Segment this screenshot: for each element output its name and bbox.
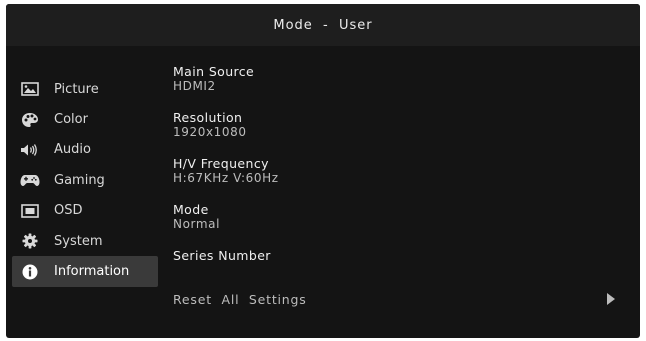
arrow-right-icon — [607, 292, 617, 306]
main-source-value: HDMI2 — [173, 79, 216, 93]
frequency-value: H:67KHz V:60Hz — [173, 171, 279, 185]
sidebar-item-label: Color — [54, 112, 88, 128]
osd-window-icon — [20, 203, 40, 219]
reset-all-settings-label: Reset All Settings — [173, 291, 307, 307]
sidebar-item-label: Picture — [54, 81, 99, 97]
sidebar-item-picture[interactable]: Picture — [12, 74, 158, 104]
osd-sidebar: Picture Color Audio Gaming OSD System In… — [12, 74, 158, 287]
gamepad-icon — [20, 172, 40, 188]
osd-header: Mode - User — [6, 4, 640, 46]
series-number-info: Series Number — [173, 248, 613, 294]
info-icon — [20, 264, 40, 280]
series-number-label: Series Number — [173, 248, 271, 263]
page-title: Mode - User — [273, 17, 373, 33]
mode-label: Mode — [173, 202, 209, 217]
information-panel: Main Source HDMI2 Resolution 1920x1080 H… — [173, 64, 613, 294]
main-source-info: Main Source HDMI2 — [173, 64, 613, 110]
resolution-label: Resolution — [173, 110, 243, 125]
sidebar-item-information[interactable]: Information — [12, 256, 158, 287]
sidebar-item-audio[interactable]: Audio — [12, 135, 158, 165]
sidebar-item-label: Information — [54, 264, 130, 280]
main-source-label: Main Source — [173, 64, 255, 79]
frequency-info: H/V Frequency H:67KHz V:60Hz — [173, 156, 613, 202]
sidebar-item-label: Gaming — [54, 172, 105, 188]
sidebar-item-label: Audio — [54, 142, 91, 158]
frequency-label: H/V Frequency — [173, 156, 269, 171]
reset-all-settings-button[interactable]: Reset All Settings — [173, 290, 617, 308]
resolution-value: 1920x1080 — [173, 125, 247, 139]
palette-icon — [20, 112, 40, 128]
sidebar-item-label: System — [54, 233, 103, 249]
sidebar-item-label: OSD — [54, 203, 83, 219]
gear-icon — [20, 233, 40, 249]
mode-info: Mode Normal — [173, 202, 613, 248]
mode-value: Normal — [173, 217, 221, 231]
sidebar-item-color[interactable]: Color — [12, 104, 158, 134]
speaker-icon — [20, 142, 40, 158]
resolution-info: Resolution 1920x1080 — [173, 110, 613, 156]
picture-icon — [20, 81, 40, 97]
monitor-osd-menu: Mode - User Picture Color Audio Gaming O… — [6, 4, 640, 338]
sidebar-item-osd[interactable]: OSD — [12, 196, 158, 226]
sidebar-item-gaming[interactable]: Gaming — [12, 165, 158, 195]
sidebar-item-system[interactable]: System — [12, 226, 158, 256]
